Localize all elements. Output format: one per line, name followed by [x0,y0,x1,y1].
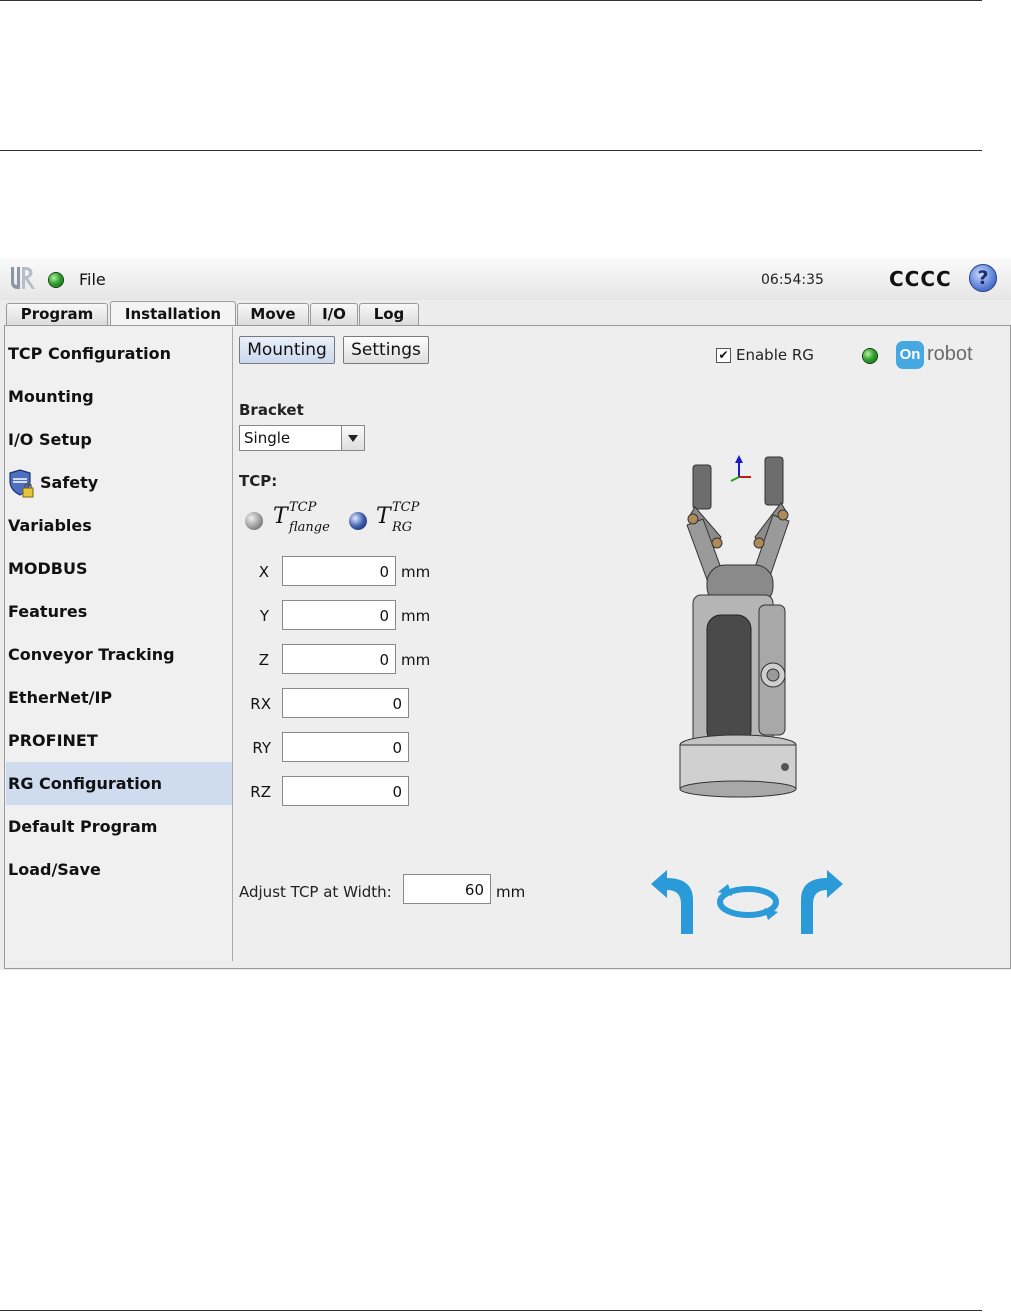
z-unit: mm [401,651,431,669]
axis-indicator-icon [730,455,751,482]
chevron-down-icon[interactable] [341,426,364,450]
page-footer-rule [0,1310,982,1311]
sidebar-item-profinet[interactable]: PROFINET [6,719,232,762]
bracket-label: Bracket [239,401,304,419]
rotate-left-icon[interactable] [651,870,707,934]
y-unit: mm [401,607,431,625]
subtab-mounting[interactable]: Mounting [239,336,335,364]
sidebar-item-safety-label: Safety [40,473,99,492]
subtab-settings[interactable]: Settings [343,336,429,364]
adjust-tcp-unit: mm [496,883,526,901]
sidebar-item-default-program[interactable]: Default Program [6,805,232,848]
sidebar-item-rg-configuration[interactable]: RG Configuration [6,762,232,805]
page-top-rule [0,0,982,1]
robot-name: CCCC [889,267,952,291]
bracket-select-value: Single [244,429,291,447]
tab-program[interactable]: Program [6,303,108,325]
sidebar-item-io-setup[interactable]: I/O Setup [6,418,232,461]
installation-sidebar: TCP Configuration Mounting I/O Setup Saf… [6,327,233,961]
file-menu[interactable]: File [79,270,106,289]
sidebar-item-ethernet-ip[interactable]: EtherNet/IP [6,676,232,719]
rz-field[interactable]: 0 [282,776,409,806]
sidebar-item-tcp-configuration[interactable]: TCP Configuration [6,332,232,375]
y-field[interactable]: 0 [282,600,396,630]
clock: 06:54:35 [761,272,824,288]
rg-configuration-content: Mounting Settings ✔ Enable RG On robot B… [233,327,1009,967]
adjust-tcp-width-field[interactable]: 60 [403,874,491,904]
tcp-rg-label: T TCP RG [376,500,420,535]
page-header-rule [0,150,982,151]
sidebar-item-modbus[interactable]: MODBUS [6,547,232,590]
rz-label: RZ [250,783,271,801]
rotate-right-icon[interactable] [787,870,843,934]
x-unit: mm [401,563,431,581]
onrobot-logo-text: robot [927,343,973,365]
tcp-flange-radio[interactable] [245,512,263,530]
sidebar-item-conveyor-tracking[interactable]: Conveyor Tracking [6,633,232,676]
x-label: X [258,563,269,581]
sidebar-item-features[interactable]: Features [6,590,232,633]
polyscope-window: File 06:54:35 CCCC ? Program Installatio… [0,258,1011,970]
sidebar-item-load-save[interactable]: Load/Save [6,848,232,891]
y-label: Y [259,607,269,625]
ry-field[interactable]: 0 [282,732,409,762]
z-label: Z [258,651,269,669]
tab-installation[interactable]: Installation [110,301,236,326]
rx-label: RX [250,695,271,713]
tcp-flange-label: T TCP flange [273,500,330,535]
enable-rg-checkbox[interactable]: ✔ [716,348,731,363]
sidebar-item-variables[interactable]: Variables [6,504,232,547]
enable-rg-label: Enable RG [736,346,814,364]
robot-status-led-icon [49,273,63,287]
shield-lock-icon [9,468,34,497]
ur-logo-icon[interactable] [8,264,36,292]
installation-panel: TCP Configuration Mounting I/O Setup Saf… [4,325,1011,969]
tcp-label: TCP: [239,472,278,490]
tab-log[interactable]: Log [359,303,419,325]
title-bar: File 06:54:35 CCCC ? [0,258,1011,300]
rotate-cycle-icon[interactable] [714,882,782,922]
adjust-tcp-label: Adjust TCP at Width: [239,883,392,901]
bracket-select[interactable]: Single [239,425,365,451]
onrobot-logo-mark: On [896,341,924,369]
ry-label: RY [252,739,271,757]
x-field[interactable]: 0 [282,556,396,586]
gripper-status-led-icon [863,349,877,363]
tcp-rg-radio[interactable] [349,512,367,530]
gripper-image [679,455,797,798]
z-field[interactable]: 0 [282,644,396,674]
rx-field[interactable]: 0 [282,688,409,718]
help-icon[interactable]: ? [969,264,997,292]
sidebar-item-safety[interactable]: Safety [6,461,232,504]
tab-move[interactable]: Move [237,303,309,325]
tab-io[interactable]: I/O [310,303,358,325]
sidebar-item-mounting[interactable]: Mounting [6,375,232,418]
